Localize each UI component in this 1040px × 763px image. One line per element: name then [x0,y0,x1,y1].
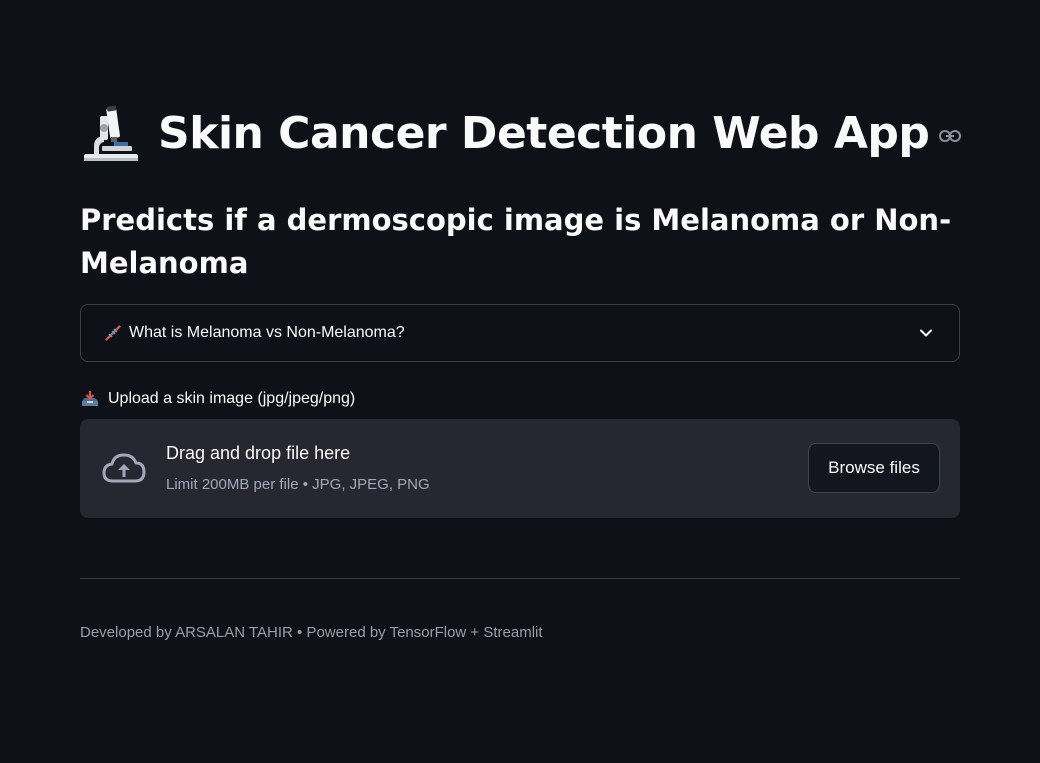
dropzone-limit-text: Limit 200MB per file • JPG, JPEG, PNG [166,476,430,493]
uploader-label: Upload a skin image (jpg/jpeg/png) [108,390,356,407]
info-expander[interactable]: What is Melanoma vs Non-Melanoma? [80,304,960,362]
microscope-icon [80,102,142,164]
dna-icon [103,323,123,343]
expander-label: What is Melanoma vs Non-Melanoma? [129,324,405,341]
page-title: Skin Cancer Detection Web App [158,107,930,159]
uploader-label-row: Upload a skin image (jpg/jpeg/png) [80,388,355,410]
page-subtitle: Predicts if a dermoscopic image is Melan… [80,203,952,280]
link-icon[interactable] [939,125,962,147]
divider [80,578,960,579]
file-dropzone[interactable]: Drag and drop file here Limit 200MB per … [80,419,960,518]
page-title-row: Skin Cancer Detection Web App [80,98,962,168]
footer-text: Developed by ARSALAN TAHIR • Powered by … [80,624,543,641]
cloud-upload-icon [100,449,148,489]
browse-files-button[interactable]: Browse files [808,443,940,493]
dropzone-title: Drag and drop file here [166,443,351,463]
inbox-tray-icon [80,389,100,409]
chevron-down-icon[interactable] [917,324,935,342]
